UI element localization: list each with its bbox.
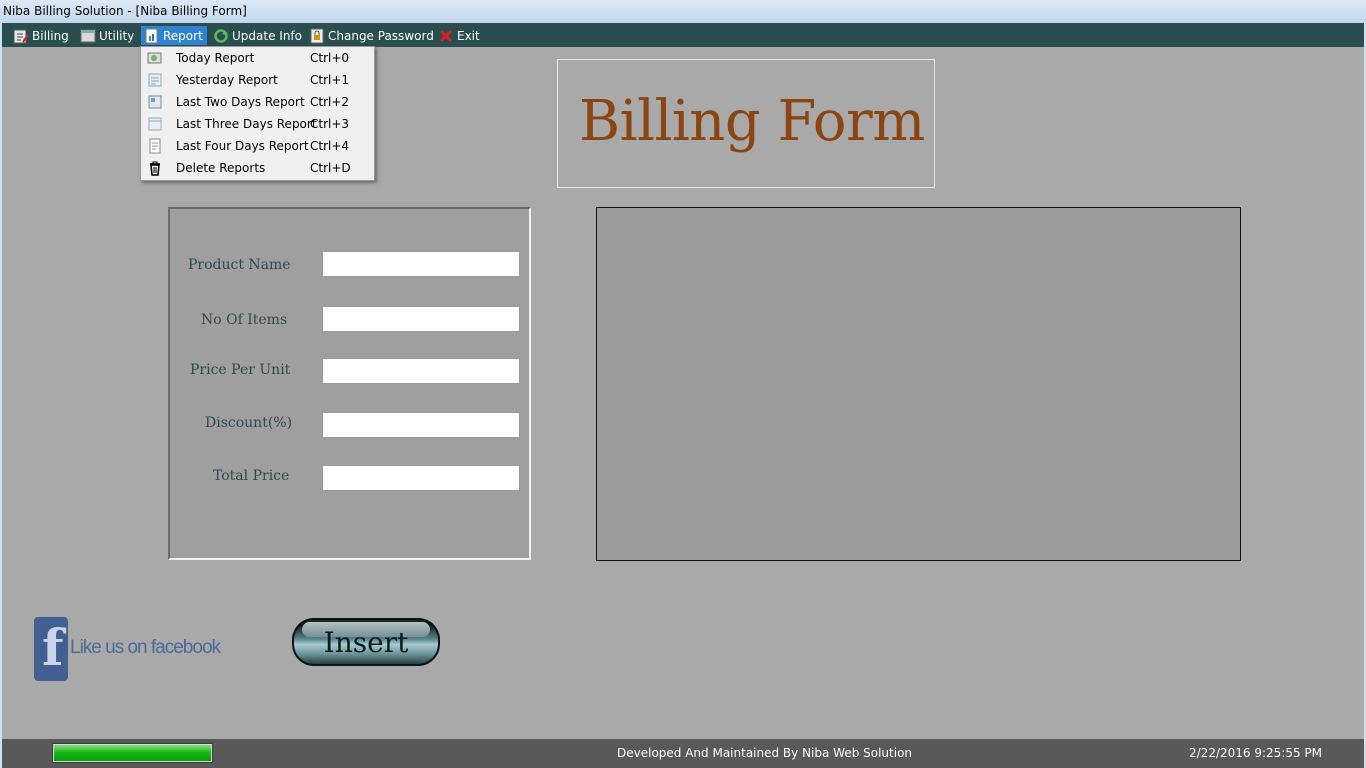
menu-last-three-days-report-label: Last Three Days Report	[176, 117, 317, 131]
menu-last-two-days-report[interactable]: Last Two Days Report Ctrl+2	[143, 91, 372, 113]
three-days-report-icon	[147, 116, 163, 132]
product-name-input[interactable]	[322, 251, 520, 277]
yesterday-report-icon	[147, 72, 163, 88]
menu-report-label: Report	[163, 28, 203, 43]
menu-yesterday-report-shortcut: Ctrl+1	[310, 73, 350, 87]
menu-today-report[interactable]: Today Report Ctrl+0	[143, 47, 372, 69]
today-report-icon	[147, 50, 163, 66]
no-of-items-label: No Of Items	[201, 312, 288, 328]
utility-icon	[80, 28, 96, 44]
menu-update-info-label: Update Info	[232, 28, 302, 43]
menu-last-two-days-report-label: Last Two Days Report	[176, 95, 305, 109]
title-box: Billing Form	[557, 59, 935, 188]
menu-delete-reports-shortcut: Ctrl+D	[310, 161, 351, 175]
menu-today-report-label: Today Report	[176, 51, 255, 65]
total-price-label: Total Price	[213, 468, 290, 484]
no-of-items-input[interactable]	[322, 306, 520, 332]
page-title: Billing Form	[579, 89, 925, 154]
menu-yesterday-report[interactable]: Yesterday Report Ctrl+1	[143, 69, 372, 91]
total-price-input[interactable]	[322, 465, 520, 491]
menu-last-three-days-report-shortcut: Ctrl+3	[310, 117, 350, 131]
status-datetime: 2/22/2016 9:25:55 PM	[1189, 746, 1323, 760]
menu-billing[interactable]: Billing	[10, 26, 73, 45]
menu-delete-reports[interactable]: Delete Reports Ctrl+D	[143, 157, 372, 179]
billing-icon	[13, 28, 29, 44]
facebook-letter: f	[42, 618, 64, 677]
progress-fill	[54, 745, 211, 761]
report-icon	[144, 28, 160, 44]
discount-input[interactable]	[322, 412, 520, 438]
menu-delete-reports-label: Delete Reports	[176, 161, 266, 175]
password-icon	[309, 28, 325, 44]
billing-form: Product Name No Of Items Price Per Unit …	[168, 207, 531, 560]
menu-yesterday-report-label: Yesterday Report	[176, 73, 278, 87]
exit-icon	[438, 28, 454, 44]
menu-last-four-days-report-label: Last Four Days Report	[176, 139, 309, 153]
insert-button-label: Insert	[323, 626, 409, 659]
window-title: Niba Billing Solution - [Niba Billing Fo…	[3, 4, 247, 18]
menu-today-report-shortcut: Ctrl+0	[310, 51, 350, 65]
window-titlebar: Niba Billing Solution - [Niba Billing Fo…	[0, 0, 1366, 23]
two-days-report-icon	[147, 94, 163, 110]
menu-last-four-days-report-shortcut: Ctrl+4	[310, 139, 350, 153]
menu-exit[interactable]: Exit	[435, 26, 484, 45]
menu-change-password[interactable]: Change Password	[306, 26, 438, 45]
discount-label: Discount(%)	[205, 415, 293, 431]
menu-last-three-days-report[interactable]: Last Three Days Report Ctrl+3	[143, 113, 372, 135]
progress-bar	[52, 743, 213, 763]
menu-exit-label: Exit	[457, 28, 480, 43]
menu-report[interactable]: Report	[141, 26, 207, 45]
price-per-unit-input[interactable]	[322, 358, 520, 384]
status-bar: Developed And Maintained By Niba Web Sol…	[2, 739, 1364, 768]
product-name-label: Product Name	[188, 257, 291, 273]
four-days-report-icon	[147, 138, 163, 154]
status-credit: Developed And Maintained By Niba Web Sol…	[617, 746, 913, 760]
menu-utility[interactable]: Utility	[77, 26, 138, 45]
menu-last-four-days-report[interactable]: Last Four Days Report Ctrl+4	[143, 135, 372, 157]
delete-reports-icon	[147, 160, 163, 176]
insert-button[interactable]: Insert	[292, 618, 440, 666]
refresh-icon	[213, 28, 229, 44]
facebook-like-link[interactable]: f Like us on facebook	[32, 615, 221, 681]
menu-change-password-label: Change Password	[328, 28, 434, 43]
menu-update-info[interactable]: Update Info	[210, 26, 306, 45]
menu-last-two-days-report-shortcut: Ctrl+2	[310, 95, 350, 109]
report-dropdown-menu: Today Report Ctrl+0 Yesterday Report Ctr…	[140, 46, 375, 181]
facebook-text: Like us on facebook	[70, 637, 221, 658]
price-per-unit-label: Price Per Unit	[190, 362, 291, 378]
menu-billing-label: Billing	[32, 28, 69, 43]
menu-bar: Billing Utility Report Update Info Chang…	[2, 23, 1364, 47]
menu-utility-label: Utility	[99, 28, 135, 43]
facebook-icon: f	[34, 617, 68, 681]
bill-grid[interactable]	[596, 207, 1241, 561]
